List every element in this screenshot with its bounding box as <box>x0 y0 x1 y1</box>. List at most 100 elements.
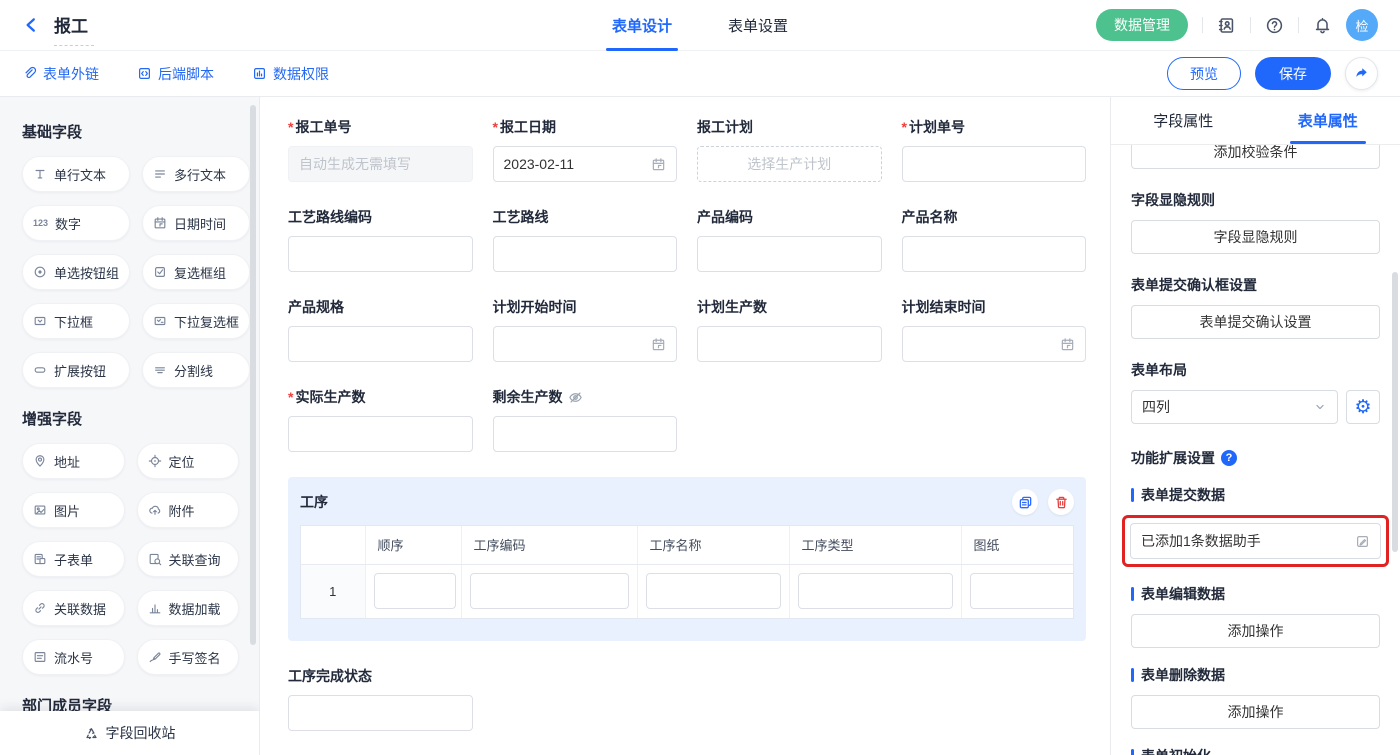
plan-start-input[interactable] <box>493 326 678 362</box>
field-remaining-qty[interactable]: 剩余生产数 <box>493 387 678 452</box>
report-date-input[interactable]: 2023-02-11 <box>493 146 678 182</box>
copy-subform-button[interactable] <box>1012 489 1038 515</box>
save-button[interactable]: 保存 <box>1255 57 1331 90</box>
share-button[interactable] <box>1345 57 1378 90</box>
field-pill-signature[interactable]: 手写签名 <box>137 639 240 675</box>
field-pill-image[interactable]: 图片 <box>22 492 125 528</box>
field-actual-qty[interactable]: *实际生产数 <box>288 387 473 452</box>
field-product-name[interactable]: 产品名称 <box>902 207 1087 272</box>
tab-form-properties[interactable]: 表单属性 <box>1256 97 1400 144</box>
field-pill-single-text[interactable]: 单行文本 <box>22 156 130 192</box>
field-plan-end-time[interactable]: 计划结束时间 <box>902 297 1087 362</box>
product-spec-input[interactable] <box>288 326 473 362</box>
field-pill-attachment[interactable]: 附件 <box>137 492 240 528</box>
tab-form-settings[interactable]: 表单设置 <box>728 0 788 51</box>
sidebar-scrollbar[interactable] <box>250 105 256 645</box>
data-permission-link[interactable]: 数据权限 <box>252 64 329 84</box>
delete-subform-button[interactable] <box>1048 489 1074 515</box>
grid-spacer <box>902 387 1087 452</box>
column-header-rownum <box>301 526 365 564</box>
notification-bell-icon[interactable] <box>1313 16 1332 35</box>
field-pill-multi-dropdown[interactable]: 下拉复选框 <box>142 303 250 339</box>
address-book-icon[interactable] <box>1217 16 1236 35</box>
edit-icon[interactable] <box>1355 534 1370 549</box>
field-plan-number[interactable]: *计划单号 <box>902 117 1087 182</box>
field-product-code[interactable]: 产品编码 <box>697 207 882 272</box>
report-number-input[interactable]: 自动生成无需填写 <box>288 146 473 182</box>
route-code-input[interactable] <box>288 236 473 272</box>
column-header-order: 顺序 <box>365 526 461 564</box>
preview-button[interactable]: 预览 <box>1167 57 1241 90</box>
backend-script-link[interactable]: 后端脚本 <box>137 64 214 84</box>
field-pill-number[interactable]: 123数字 <box>22 205 130 241</box>
field-pill-lookup[interactable]: 关联查询 <box>137 541 240 577</box>
add-action-button-delete[interactable]: 添加操作 <box>1131 695 1380 729</box>
field-pill-dropdown[interactable]: 下拉框 <box>22 303 130 339</box>
actual-qty-input[interactable] <box>288 416 473 452</box>
field-plan-start-time[interactable]: 计划开始时间 <box>493 297 678 362</box>
field-process-status[interactable]: 工序完成状态 <box>288 666 473 731</box>
product-name-input[interactable] <box>902 236 1087 272</box>
tab-field-properties[interactable]: 字段属性 <box>1111 97 1256 144</box>
form-title[interactable]: 报工 <box>54 12 88 39</box>
group-edit-data-label: 表单编辑数据 <box>1131 584 1380 604</box>
clipped-scrolled-button: 添加校验条件 <box>1131 145 1380 169</box>
visibility-rules-button[interactable]: 字段显隐规则 <box>1131 220 1380 254</box>
gear-icon: ⚙ <box>1354 398 1371 417</box>
process-type-cell-input[interactable] <box>798 573 953 609</box>
process-name-cell-input[interactable] <box>646 573 781 609</box>
field-product-spec[interactable]: 产品规格 <box>288 297 473 362</box>
trash-icon <box>1054 495 1069 510</box>
field-pill-multi-text[interactable]: 多行文本 <box>142 156 250 192</box>
plan-end-input[interactable] <box>902 326 1087 362</box>
field-pill-radio-group[interactable]: 单选按钮组 <box>22 254 130 290</box>
recycle-icon <box>84 726 99 741</box>
process-code-cell-input[interactable] <box>470 573 629 609</box>
subform-process[interactable]: 工序 顺序 工序编码 工序名称 <box>288 477 1086 641</box>
calendar-icon <box>651 337 666 352</box>
data-assistant-item[interactable]: 已添加1条数据助手 <box>1130 523 1381 559</box>
help-question-icon[interactable]: ? <box>1221 450 1237 466</box>
layout-select[interactable]: 四列 <box>1131 390 1338 424</box>
route-input[interactable] <box>493 236 678 272</box>
data-manage-button[interactable]: 数据管理 <box>1096 9 1188 41</box>
layout-settings-button[interactable]: ⚙ <box>1346 390 1380 424</box>
order-cell-input[interactable] <box>374 573 456 609</box>
field-pill-subform[interactable]: 子表单 <box>22 541 125 577</box>
field-pill-checkbox-group[interactable]: 复选框组 <box>142 254 250 290</box>
field-pill-data-load[interactable]: 数据加载 <box>137 590 240 626</box>
form-external-link[interactable]: 表单外链 <box>22 64 99 84</box>
process-status-input[interactable] <box>288 695 473 731</box>
textarea-icon <box>153 167 167 181</box>
field-pill-divider[interactable]: 分割线 <box>142 352 250 388</box>
plan-number-input[interactable] <box>902 146 1087 182</box>
field-plan-qty[interactable]: 计划生产数 <box>697 297 882 362</box>
product-code-input[interactable] <box>697 236 882 272</box>
drawing-cell-input[interactable] <box>970 573 1075 609</box>
field-route[interactable]: 工艺路线 <box>493 207 678 272</box>
add-validation-button[interactable]: 添加校验条件 <box>1131 145 1380 169</box>
field-route-code[interactable]: 工艺路线编码 <box>288 207 473 272</box>
red-highlight-annotation: 已添加1条数据助手 <box>1122 515 1389 567</box>
tab-form-design[interactable]: 表单设计 <box>612 0 672 51</box>
field-pill-extend-button[interactable]: 扩展按钮 <box>22 352 130 388</box>
field-pill-linked-data[interactable]: 关联数据 <box>22 590 125 626</box>
field-pill-serial-number[interactable]: 流水号 <box>22 639 125 675</box>
field-report-date[interactable]: *报工日期 2023-02-11 <box>493 117 678 182</box>
remaining-qty-input[interactable] <box>493 416 678 452</box>
plan-qty-input[interactable] <box>697 326 882 362</box>
select-plan-button[interactable]: 选择生产计划 <box>697 146 882 182</box>
avatar[interactable]: 检 <box>1346 9 1378 41</box>
submit-confirm-button[interactable]: 表单提交确认设置 <box>1131 305 1380 339</box>
section-title-basic: 基础字段 <box>22 121 239 142</box>
field-report-number[interactable]: *报工单号 自动生成无需填写 <box>288 117 473 182</box>
field-report-plan[interactable]: 报工计划 选择生产计划 <box>697 117 882 182</box>
field-pill-datetime[interactable]: 日期时间 <box>142 205 250 241</box>
field-pill-address[interactable]: 地址 <box>22 443 125 479</box>
field-recycle-bin[interactable]: 字段回收站 <box>0 711 259 755</box>
back-button[interactable] <box>22 16 40 34</box>
help-icon[interactable] <box>1265 16 1284 35</box>
panel-scrollbar[interactable] <box>1392 272 1398 552</box>
add-action-button-edit[interactable]: 添加操作 <box>1131 614 1380 648</box>
field-pill-locate[interactable]: 定位 <box>137 443 240 479</box>
